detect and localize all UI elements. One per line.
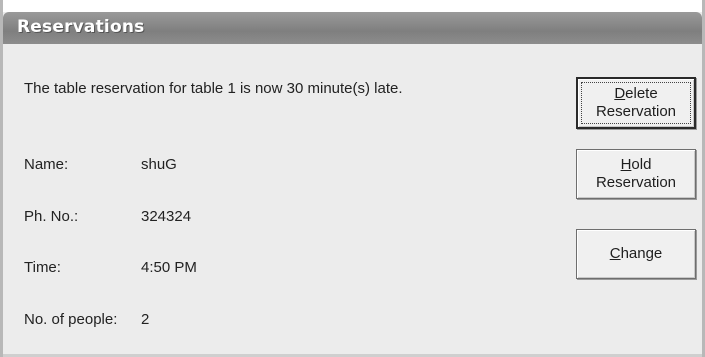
hold-reservation-button[interactable]: Hold Reservation bbox=[576, 149, 696, 199]
hold-label-line2: Reservation bbox=[595, 174, 677, 191]
name-value: shuG bbox=[141, 156, 177, 173]
change-label-rest: hange bbox=[620, 245, 663, 262]
delete-reservation-button[interactable]: Delete Reservation bbox=[576, 77, 696, 129]
time-value: 4:50 PM bbox=[141, 259, 197, 276]
late-reservation-message: The table reservation for table 1 is now… bbox=[24, 80, 403, 97]
window-title: Reservations bbox=[17, 17, 145, 37]
people-label: No. of people: bbox=[24, 311, 118, 328]
delete-label-line1: elete bbox=[625, 85, 658, 102]
time-label: Time: bbox=[24, 259, 61, 276]
hold-accelerator: H bbox=[620, 156, 632, 173]
reservations-dialog: Reservations The table reservation for t… bbox=[0, 0, 705, 357]
delete-accelerator: D bbox=[614, 85, 626, 102]
hold-label-line1: old bbox=[631, 156, 652, 173]
dialog-body: The table reservation for table 1 is now… bbox=[3, 44, 702, 357]
name-label: Name: bbox=[24, 156, 69, 173]
people-value: 2 bbox=[141, 311, 150, 328]
title-bar[interactable]: Reservations bbox=[3, 12, 702, 44]
change-accelerator: C bbox=[609, 245, 621, 262]
top-margin bbox=[3, 0, 702, 12]
phone-label: Ph. No.: bbox=[24, 208, 79, 225]
phone-value: 324324 bbox=[141, 208, 192, 225]
change-button[interactable]: Change bbox=[576, 229, 696, 279]
delete-label-line2: Reservation bbox=[595, 103, 677, 120]
